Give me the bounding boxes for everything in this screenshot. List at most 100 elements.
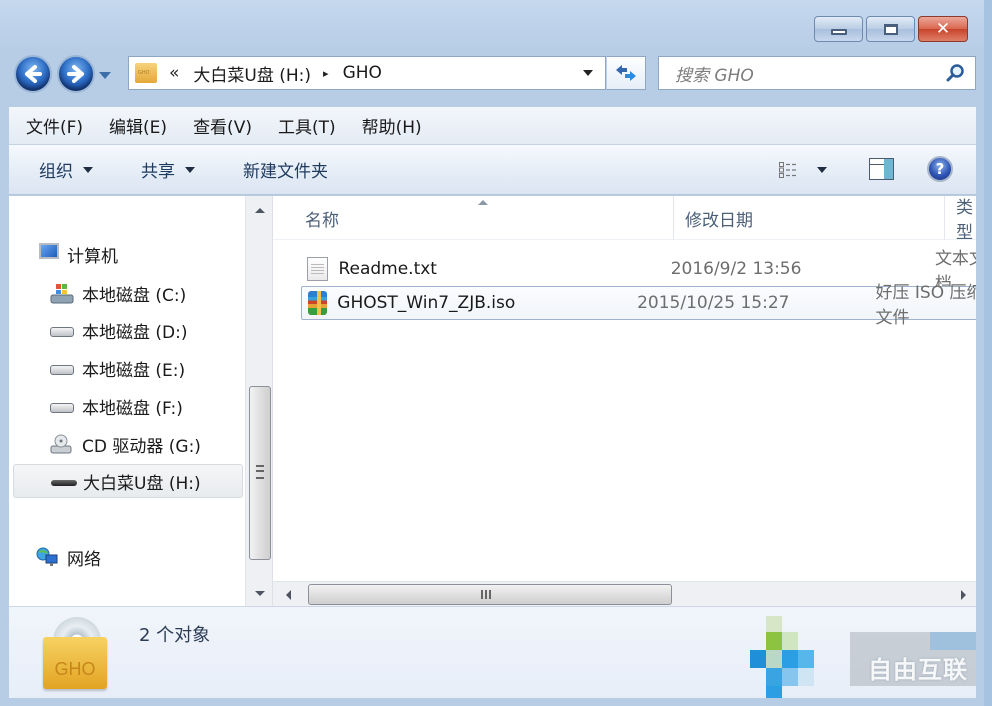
usb-drive-icon <box>51 470 77 492</box>
nav-item-drive-d[interactable]: 本地磁盘 (D:) <box>50 313 188 347</box>
address-history-dropdown[interactable] <box>583 70 593 76</box>
horizontal-scroll-thumb[interactable] <box>308 584 672 605</box>
refresh-icon <box>616 65 636 81</box>
nav-item-label: 本地磁盘 (F:) <box>82 398 183 419</box>
file-name: Readme.txt <box>338 259 437 279</box>
details-pane: GHO 2 个对象 <box>9 606 976 698</box>
gho-folder-icon <box>135 63 157 83</box>
scroll-up-arrow[interactable] <box>255 208 265 213</box>
nav-item-label: 计算机 <box>67 246 118 267</box>
view-options-dropdown[interactable] <box>817 167 827 173</box>
scroll-left-arrow[interactable] <box>286 590 291 600</box>
nav-item-drive-c[interactable]: 本地磁盘 (C:) <box>50 276 186 310</box>
column-header-row: 名称 修改日期 类型 <box>273 196 976 243</box>
explorer-window: ✕ « 大白菜U盘 (H:) ▸ GHO 搜索 GHO 文件(F) 编辑(E) … <box>0 0 992 706</box>
command-bar: 组织 共享 新建文件夹 ? <box>9 145 976 195</box>
new-folder-label: 新建文件夹 <box>243 162 328 182</box>
hard-drive-icon <box>50 395 74 417</box>
grip-icon <box>256 465 264 479</box>
chevron-down-icon <box>83 166 93 173</box>
nav-item-label: CD 驱动器 (G:) <box>82 436 201 457</box>
column-label: 类型 <box>956 198 973 243</box>
search-icon[interactable] <box>945 63 965 83</box>
maximize-button[interactable] <box>866 16 915 42</box>
help-button[interactable]: ? <box>927 156 953 182</box>
nav-item-label: 本地磁盘 (C:) <box>82 285 187 306</box>
column-divider[interactable] <box>673 196 674 240</box>
file-modified: 2015/10/25 15:27 <box>637 293 790 313</box>
details-view-icon <box>779 162 796 178</box>
nav-item-label: 本地磁盘 (E:) <box>82 360 186 381</box>
hard-drive-icon <box>50 357 74 379</box>
system-drive-icon <box>50 282 74 304</box>
organize-button[interactable]: 组织 <box>39 157 93 182</box>
iso-archive-icon <box>308 291 328 315</box>
nav-item-network[interactable]: 网络 <box>35 540 101 574</box>
nav-item-drive-f[interactable]: 本地磁盘 (F:) <box>50 389 183 423</box>
menu-file[interactable]: 文件(F) <box>26 111 83 140</box>
nav-item-drive-e[interactable]: 本地磁盘 (E:) <box>50 351 185 385</box>
menu-tools[interactable]: 工具(T) <box>278 111 336 140</box>
organize-label: 组织 <box>39 162 73 182</box>
back-button[interactable] <box>14 55 52 93</box>
file-list-horizontal-scrollbar[interactable] <box>273 581 976 606</box>
network-icon <box>35 546 59 568</box>
nav-item-drive-g[interactable]: CD 驱动器 (G:) <box>50 427 201 461</box>
column-label: 名称 <box>305 210 339 231</box>
folder-thumbnail-label: GHO <box>54 659 96 679</box>
share-button[interactable]: 共享 <box>141 157 195 182</box>
maximize-icon <box>883 23 898 35</box>
hard-drive-icon <box>50 319 74 341</box>
column-header-name[interactable]: 名称 <box>305 196 339 240</box>
breadcrumb-gho[interactable]: GHO <box>343 63 382 83</box>
refresh-button[interactable] <box>606 56 646 90</box>
address-bar[interactable]: « 大白菜U盘 (H:) ▸ GHO <box>128 56 606 90</box>
menu-bar: 文件(F) 编辑(E) 查看(V) 工具(T) 帮助(H) <box>9 107 976 145</box>
column-header-date[interactable]: 修改日期 <box>685 196 753 240</box>
breadcrumb-separator[interactable]: ▸ <box>323 67 329 80</box>
chevron-down-icon <box>185 166 195 173</box>
column-divider[interactable] <box>944 196 945 240</box>
nav-item-label: 本地磁盘 (D:) <box>82 322 188 343</box>
nav-item-label: 网络 <box>67 549 101 570</box>
scroll-right-arrow[interactable] <box>961 590 966 600</box>
grip-icon <box>481 590 491 599</box>
cd-drive-icon <box>50 433 74 455</box>
close-button[interactable]: ✕ <box>918 16 968 42</box>
arrow-right-icon <box>67 65 84 83</box>
breadcrumb-overflow[interactable]: « <box>169 63 179 83</box>
share-label: 共享 <box>141 162 175 182</box>
sort-ascending-icon <box>478 200 488 205</box>
gho-folder-thumbnail: GHO <box>43 617 109 691</box>
arrow-left-icon <box>25 65 42 83</box>
nav-item-label: 大白菜U盘 (H:) <box>83 473 201 494</box>
nav-item-computer[interactable]: 计算机 <box>35 237 118 271</box>
menu-help[interactable]: 帮助(H) <box>362 111 422 140</box>
caption-buttons: ✕ <box>814 16 968 42</box>
preview-pane-button[interactable] <box>869 158 894 180</box>
search-input[interactable]: 搜索 GHO <box>658 56 976 90</box>
file-modified: 2016/9/2 13:56 <box>670 259 802 279</box>
change-view-button[interactable] <box>779 162 827 178</box>
breadcrumb-drive-h[interactable]: 大白菜U盘 (H:) <box>193 61 311 86</box>
new-folder-button[interactable]: 新建文件夹 <box>243 157 328 182</box>
recent-pages-dropdown[interactable] <box>99 72 111 79</box>
file-type: 好压 ISO 压缩文件 <box>875 283 976 328</box>
menu-edit[interactable]: 编辑(E) <box>109 111 167 140</box>
navigation-pane-scrollbar[interactable] <box>245 196 273 606</box>
forward-button[interactable] <box>57 55 95 93</box>
file-list: 名称 修改日期 类型 Readme.txt 2016/9/2 13:56 文本文… <box>273 196 976 581</box>
minimize-button[interactable] <box>814 16 863 42</box>
menu-view[interactable]: 查看(V) <box>193 111 252 140</box>
scroll-down-arrow[interactable] <box>255 591 265 596</box>
file-name: GHOST_Win7_ZJB.iso <box>337 293 516 313</box>
search-placeholder: 搜索 GHO <box>675 65 754 86</box>
file-row[interactable]: GHOST_Win7_ZJB.iso 2015/10/25 15:27 好压 I… <box>301 283 976 328</box>
nav-item-drive-h[interactable]: 大白菜U盘 (H:) <box>13 464 243 498</box>
column-header-type[interactable]: 类型 <box>956 196 976 243</box>
computer-icon <box>35 243 59 265</box>
item-count: 2 个对象 <box>139 625 211 646</box>
text-file-icon <box>307 257 329 281</box>
minimize-icon <box>830 29 847 35</box>
vertical-scroll-thumb[interactable] <box>249 386 271 560</box>
